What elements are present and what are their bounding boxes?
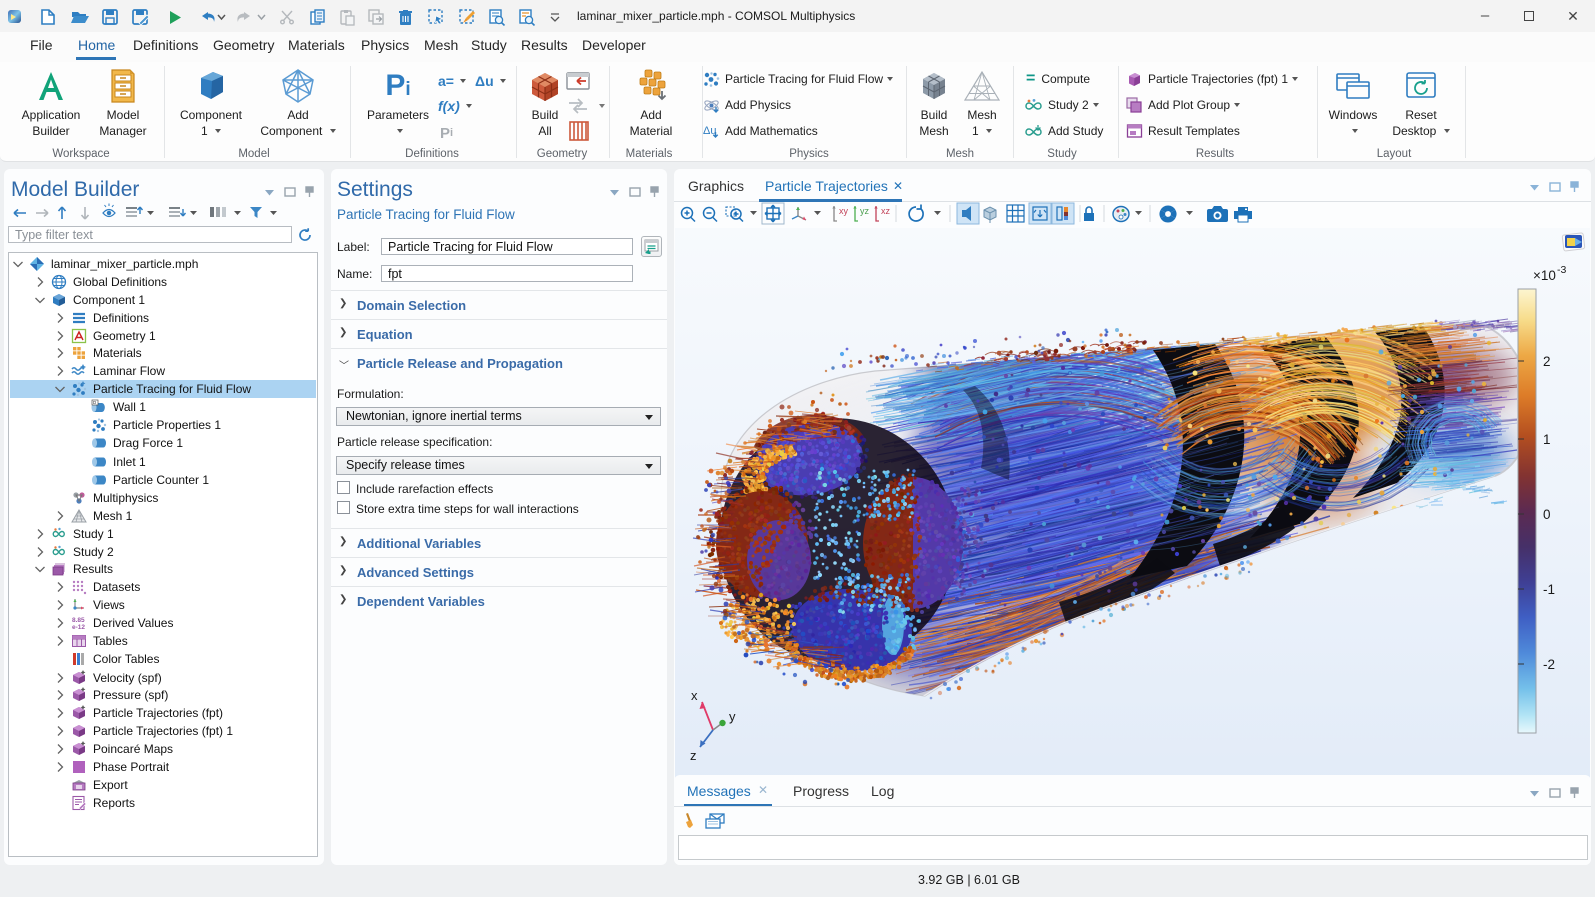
svg-text:x: x xyxy=(691,688,698,703)
svg-text:-3: -3 xyxy=(1557,264,1566,276)
svg-text:×10: ×10 xyxy=(1533,268,1556,283)
svg-text:-1: -1 xyxy=(1543,582,1555,597)
svg-text:0: 0 xyxy=(1543,507,1551,522)
svg-text:xz: xz xyxy=(881,206,891,216)
svg-text:z: z xyxy=(690,748,697,763)
svg-text:-2: -2 xyxy=(1543,657,1555,672)
svg-text:2: 2 xyxy=(1543,354,1551,369)
svg-text:xy: xy xyxy=(839,206,849,216)
svg-text:y: y xyxy=(729,709,736,724)
svg-text:1: 1 xyxy=(1543,432,1551,447)
svg-text:yz: yz xyxy=(860,206,870,216)
